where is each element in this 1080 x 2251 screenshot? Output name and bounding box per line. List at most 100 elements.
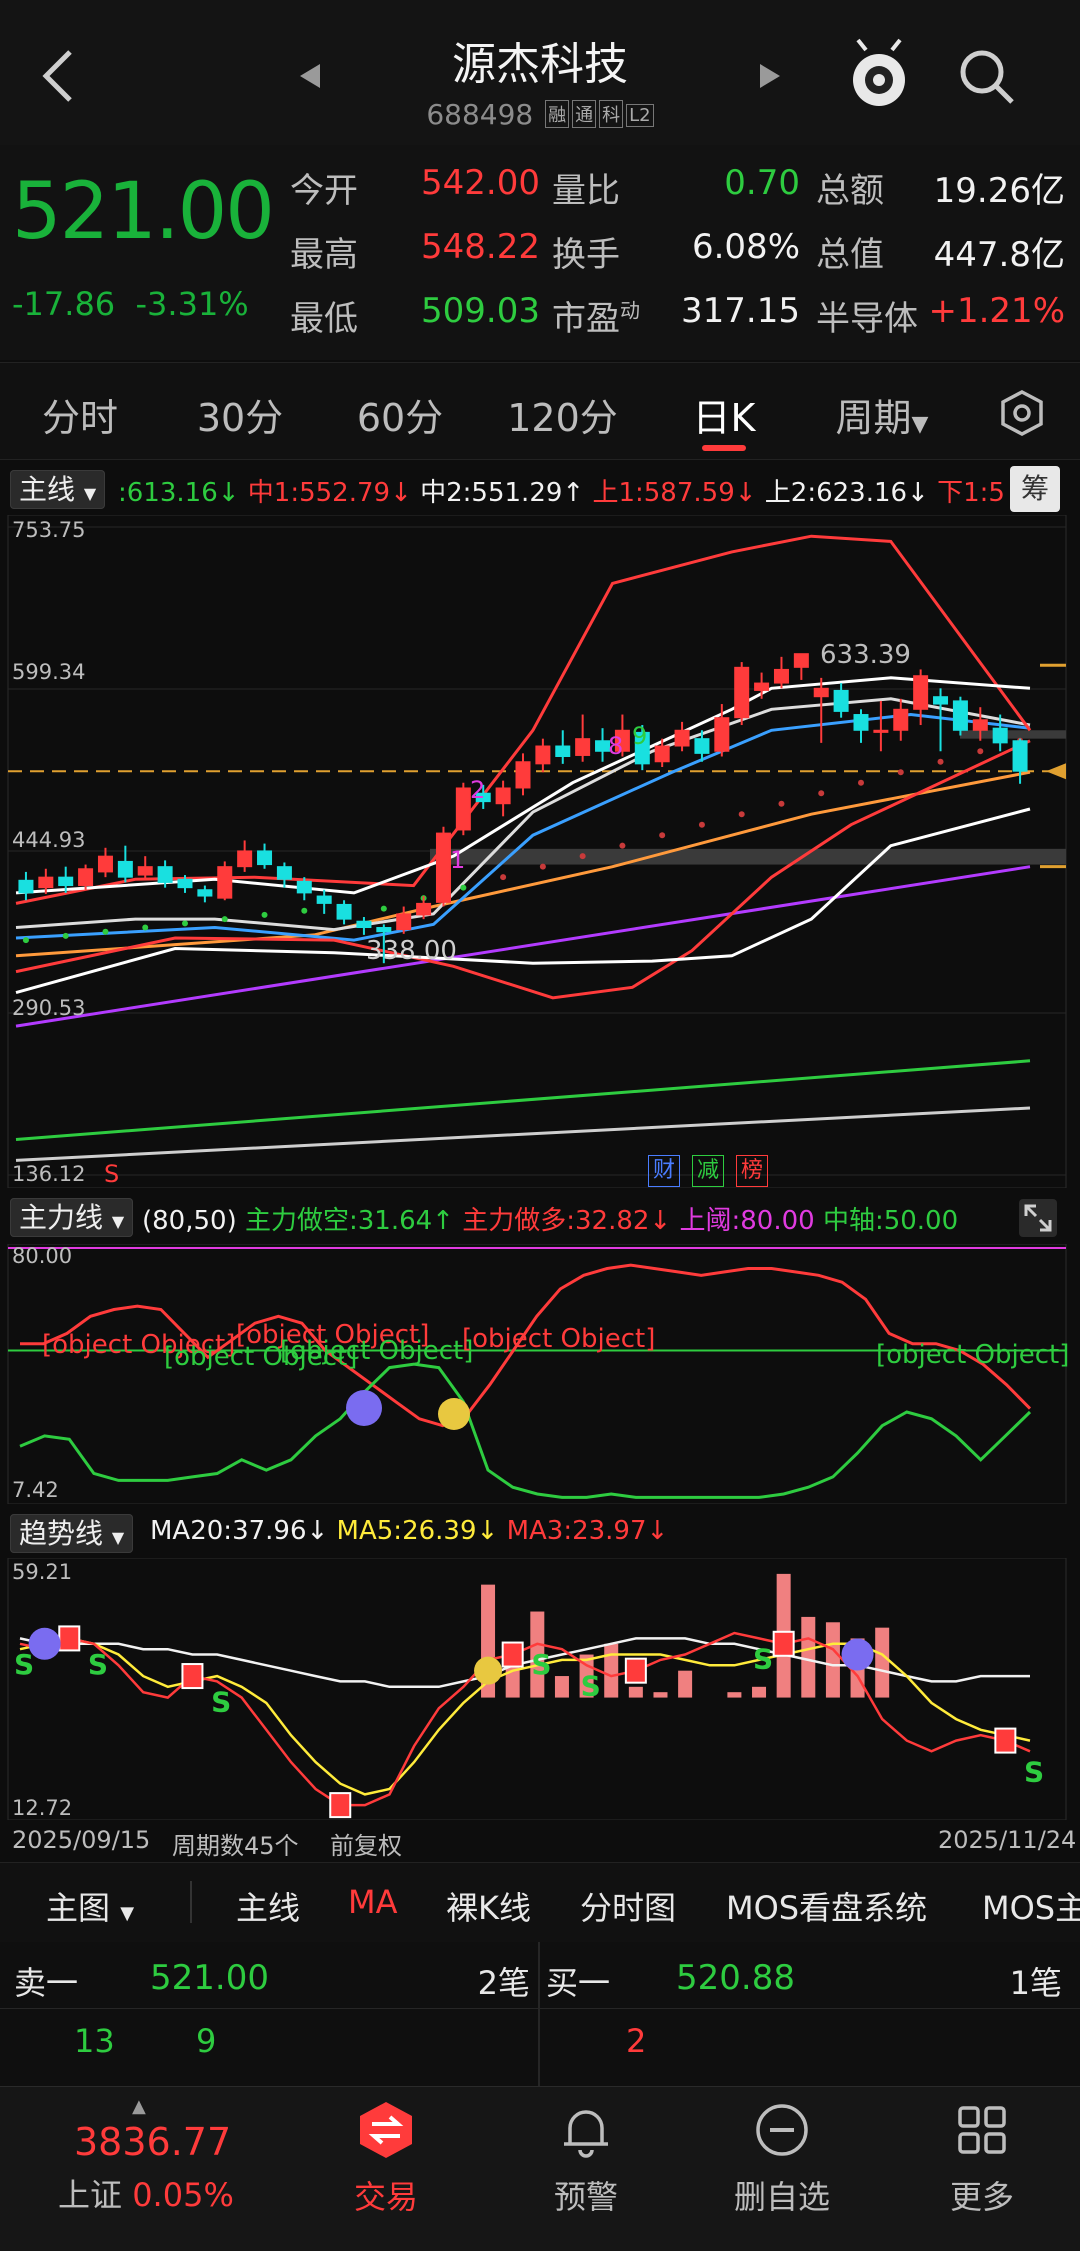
wave-mark-1: 1: [450, 846, 466, 874]
main-legend: :613.16↓ 中1:552.79↓ 中2:551.29↑ 上1:587.59…: [118, 472, 1005, 509]
main-legend-5: 下1:5: [937, 478, 1005, 508]
candle-body-49: [992, 727, 1008, 744]
power-legend-3: 上阈:80.00: [679, 1206, 823, 1236]
tab-60min[interactable]: 60分: [340, 387, 460, 442]
power-legend-0: (80,50): [142, 1206, 245, 1236]
candle-body-47: [952, 700, 968, 731]
trend-dot-6: [142, 924, 149, 931]
trend-bar-25: [628, 1686, 643, 1698]
trend-bar-32: [801, 1616, 816, 1698]
caret-up-icon: ▲: [132, 2096, 146, 2117]
caret-down-icon: ▼: [83, 484, 97, 503]
subtab-mos-system[interactable]: MOS看盘系统: [726, 1883, 927, 1929]
power-selector-box[interactable]: 主力线 ▼: [10, 1198, 134, 1237]
kline-chart[interactable]: [0, 515, 1080, 1188]
tab-period-dropdown[interactable]: 周期▼: [822, 387, 942, 442]
power-y-bottom: 7.42: [12, 1478, 59, 1502]
candle-body-15: [316, 895, 332, 904]
candle-body-7: [157, 866, 173, 883]
pe-text: 市盈: [552, 299, 620, 339]
change-pct: -3.31%: [135, 285, 249, 323]
subtab-mainline[interactable]: 主线: [236, 1883, 300, 1929]
trend-dot-32: [659, 832, 666, 839]
badge-reduce[interactable]: 减: [692, 1155, 724, 1187]
trend-selector[interactable]: 趋势线 ▼: [10, 1512, 134, 1553]
power-selector[interactable]: 主力线 ▼: [10, 1196, 134, 1237]
trend-selector-box[interactable]: 趋势线 ▼: [10, 1514, 134, 1553]
chevron-left-icon[interactable]: [40, 48, 74, 104]
trend-legend-1: MA5:26.39↓: [336, 1516, 507, 1546]
main-legend-1: 中1:552.79↓: [247, 478, 421, 508]
sell-detail-2: 9: [196, 2022, 217, 2060]
candle-body-20: [416, 902, 432, 916]
trend-dot-42: [858, 779, 864, 786]
main-legend-4: 上2:623.16↓: [764, 478, 938, 508]
nav-remove-watchlist[interactable]: 删自选: [712, 2100, 852, 2218]
nav-more[interactable]: 更多: [912, 2100, 1052, 2218]
candle-body-37: [754, 682, 770, 691]
stock-code-line: 688498 融通科 L2: [340, 98, 740, 131]
subtab-ma[interactable]: MA: [348, 1883, 398, 1921]
trend-dot-2: [62, 932, 69, 939]
tab-120min[interactable]: 120分: [500, 387, 625, 442]
wave-mark-8: 8: [608, 732, 624, 760]
trend-y-top: 59.21: [12, 1560, 73, 1584]
divider: [190, 1881, 192, 1923]
tab-daily-k[interactable]: 日K: [664, 387, 784, 442]
trend-chart[interactable]: S SSSSSS: [0, 1558, 1080, 1820]
money-bag-icon: [474, 1656, 503, 1685]
trend-dot-34: [698, 821, 705, 828]
candle-body-48: [972, 719, 988, 731]
divider: [538, 1942, 540, 2086]
search-icon[interactable]: [958, 48, 1016, 106]
subtab-naked-k[interactable]: 裸K线: [446, 1883, 531, 1929]
candle-body-26: [535, 745, 551, 765]
grid-icon: [958, 2106, 1006, 2154]
subtab-timeshare[interactable]: 分时图: [580, 1883, 676, 1929]
buy-marker-5: [772, 1630, 795, 1657]
subtab-mos-main[interactable]: MOS主: [982, 1883, 1080, 1929]
sell-marker-5: S: [753, 1642, 773, 1675]
y-label-3: 444.93: [12, 828, 86, 852]
caret-down-icon: ▼: [120, 1903, 135, 1924]
value-amount: 19.26亿: [933, 171, 1065, 211]
value-turnover: 6.08%: [691, 227, 800, 267]
expand-arrows-icon[interactable]: [1018, 1198, 1058, 1238]
tab-timeshare[interactable]: 分时: [20, 387, 140, 442]
candle-body-11: [237, 850, 253, 868]
badge-rank[interactable]: 榜: [736, 1155, 768, 1187]
sell-count: 2笔: [477, 1964, 530, 2002]
index-name: 上证: [58, 2176, 123, 2214]
trend-legend: MA20:37.96↓ MA5:26.39↓ MA3:23.97↓: [150, 1516, 668, 1546]
label-high: 最高: [290, 235, 358, 275]
sell-signal-mark: S: [104, 1160, 120, 1188]
power-note-5: [object Object]: [462, 1324, 656, 1354]
chip-distribution-button[interactable]: 筹: [1010, 466, 1060, 512]
power-note-6: [object Object]: [876, 1340, 1070, 1370]
power-chart[interactable]: [0, 1244, 1080, 1504]
high-note: 633.39: [820, 640, 911, 670]
power-legend: (80,50) 主力做空:31.64↑ 主力做多:32.82↓ 上阈:80.00…: [142, 1200, 958, 1237]
triangle-right-icon[interactable]: [758, 62, 782, 90]
eye-mascot-icon[interactable]: [848, 36, 910, 112]
candle-body-0: [18, 879, 34, 894]
caret-down-icon: ▼: [111, 1528, 125, 1547]
main-selector[interactable]: 主线 ▼: [10, 468, 106, 509]
nav-trade[interactable]: 交易: [316, 2100, 456, 2218]
subtab-main-chart[interactable]: 主图 ▼: [46, 1883, 134, 1929]
tab-30min[interactable]: 30分: [180, 387, 300, 442]
triangle-left-icon[interactable]: [298, 62, 322, 90]
badge-finance[interactable]: 财: [648, 1155, 680, 1187]
tag-ke: 科: [599, 100, 624, 128]
nav-alert[interactable]: 预警: [516, 2100, 656, 2218]
index-value[interactable]: 3836.77: [74, 2120, 231, 2164]
main-selector-box[interactable]: 主线 ▼: [10, 470, 106, 509]
divider: [0, 2008, 1080, 2009]
hexagon-gear-icon[interactable]: [998, 389, 1046, 437]
index-line[interactable]: 上证 0.05%: [58, 2170, 234, 2216]
adjust-mode[interactable]: 前复权: [330, 1826, 402, 1861]
sell-detail-1: 13: [74, 2022, 115, 2060]
main-legend-2: 中2:551.29↑: [420, 478, 593, 508]
trend-dot-48: [977, 748, 984, 755]
candle-body-17: [356, 920, 372, 929]
